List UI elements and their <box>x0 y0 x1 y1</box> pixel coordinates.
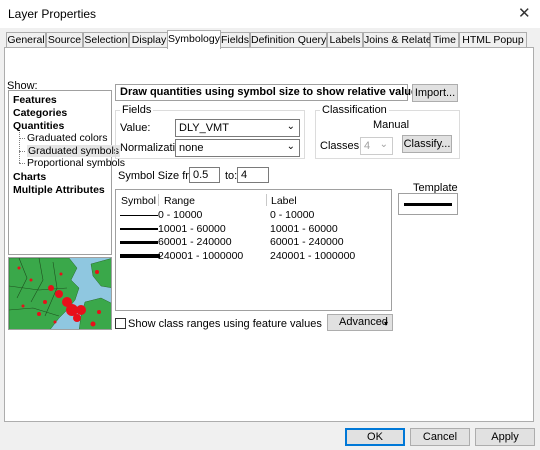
tree-item-features[interactable]: Features <box>13 94 57 106</box>
show-class-ranges-checkbox[interactable] <box>115 318 126 329</box>
classify-button[interactable]: Classify... <box>402 135 452 153</box>
normalization-text: none <box>179 142 204 154</box>
advanced-label: Advanced <box>339 316 388 328</box>
template-symbol-button[interactable] <box>398 193 458 215</box>
tree-item-charts[interactable]: Charts <box>13 171 46 183</box>
range-cell[interactable]: 0 - 10000 <box>158 209 202 221</box>
tree-item-graduated-symbols[interactable]: Graduated symbols <box>27 145 121 157</box>
label-cell[interactable]: 60001 - 240000 <box>270 236 344 248</box>
tree-item-multiple-attributes[interactable]: Multiple Attributes <box>13 184 105 196</box>
classification-method: Manual <box>373 119 410 131</box>
classes-text: 4 <box>364 140 371 152</box>
range-column-header[interactable]: Range <box>164 195 195 207</box>
classes-select[interactable]: 4 ⌄ <box>360 137 393 155</box>
normalization-select[interactable]: none ⌄ <box>175 139 300 157</box>
renderer-description: Draw quantities using symbol size to sho… <box>115 84 426 101</box>
label-cell[interactable]: 240001 - 1000000 <box>270 250 355 262</box>
chevron-down-icon: ⌄ <box>379 139 388 150</box>
column-divider <box>158 194 159 206</box>
template-line-symbol <box>404 203 452 206</box>
symbol-line-class-1[interactable] <box>120 215 158 216</box>
tab-display[interactable]: Display <box>129 32 169 48</box>
apply-button[interactable]: Apply <box>475 428 535 446</box>
tree-connector <box>19 163 25 164</box>
tab-definition-query[interactable]: Definition Query <box>250 32 327 48</box>
tab-selection[interactable]: Selection <box>83 32 129 48</box>
chevron-down-icon: ⌄ <box>286 121 295 132</box>
symbol-size-from-input[interactable]: 0.5 <box>189 167 220 183</box>
value-field-text: DLY_VMT <box>179 122 229 134</box>
fields-group-title: Fields <box>120 104 154 116</box>
range-cell[interactable]: 240001 - 1000000 <box>158 250 243 262</box>
show-class-ranges-label: Show class ranges using feature values <box>128 318 322 330</box>
window-title: Layer Properties <box>8 7 97 21</box>
symbol-line-class-2[interactable] <box>120 228 158 230</box>
tab-source[interactable]: Source <box>46 32 83 48</box>
symbol-size-to-label: to: <box>225 170 238 182</box>
range-cell[interactable]: 60001 - 240000 <box>158 236 232 248</box>
tab-joins-relates[interactable]: Joins & Relates <box>363 32 437 48</box>
tree-item-proportional-symbols[interactable]: Proportional symbols <box>27 157 125 169</box>
symbol-class-table: Symbol Range Label 0 - 10000 0 - 10000 1… <box>115 189 392 311</box>
label-cell[interactable]: 0 - 10000 <box>270 209 314 221</box>
chevron-down-icon: ⌄ <box>286 141 295 152</box>
title-bar: Layer Properties ✕ <box>0 0 540 28</box>
tree-connector <box>19 132 20 163</box>
label-column-header[interactable]: Label <box>271 195 297 207</box>
symbol-line-class-3[interactable] <box>120 241 158 244</box>
symbol-line-class-4[interactable] <box>120 254 160 258</box>
value-label: Value: <box>120 122 151 134</box>
column-divider <box>266 194 267 206</box>
tree-item-graduated-colors[interactable]: Graduated colors <box>27 132 108 144</box>
tab-labels[interactable]: Labels <box>327 32 363 48</box>
advanced-button[interactable]: Advanced ▾ <box>327 314 393 331</box>
tab-fields[interactable]: Fields <box>220 32 250 48</box>
classification-group-title: Classification <box>320 104 389 116</box>
tab-html-popup[interactable]: HTML Popup <box>459 32 527 48</box>
close-icon[interactable]: ✕ <box>518 4 531 22</box>
symbol-size-to-input[interactable]: 4 <box>237 167 269 183</box>
tree-item-categories[interactable]: Categories <box>13 107 67 119</box>
range-cell[interactable]: 10001 - 60000 <box>158 223 226 235</box>
value-field-select[interactable]: DLY_VMT ⌄ <box>175 119 300 137</box>
ok-button[interactable]: OK <box>345 428 405 446</box>
tree-connector <box>19 151 25 152</box>
tab-time[interactable]: Time <box>430 32 459 48</box>
symbology-preview-image <box>8 257 112 330</box>
tree-item-quantities[interactable]: Quantities <box>13 120 64 132</box>
tab-symbology[interactable]: Symbology <box>167 30 221 49</box>
dropdown-arrow-icon: ▾ <box>384 319 389 328</box>
label-cell[interactable]: 10001 - 60000 <box>270 223 338 235</box>
import-button[interactable]: Import... <box>412 84 458 102</box>
tab-general[interactable]: General <box>6 32 46 48</box>
tree-connector <box>19 138 25 139</box>
map-preview <box>9 258 111 329</box>
show-tree: Features Categories Quantities Graduated… <box>8 90 125 255</box>
symbol-column-header[interactable]: Symbol <box>121 195 156 207</box>
classes-label: Classes: <box>320 140 363 152</box>
cancel-button[interactable]: Cancel <box>410 428 470 446</box>
